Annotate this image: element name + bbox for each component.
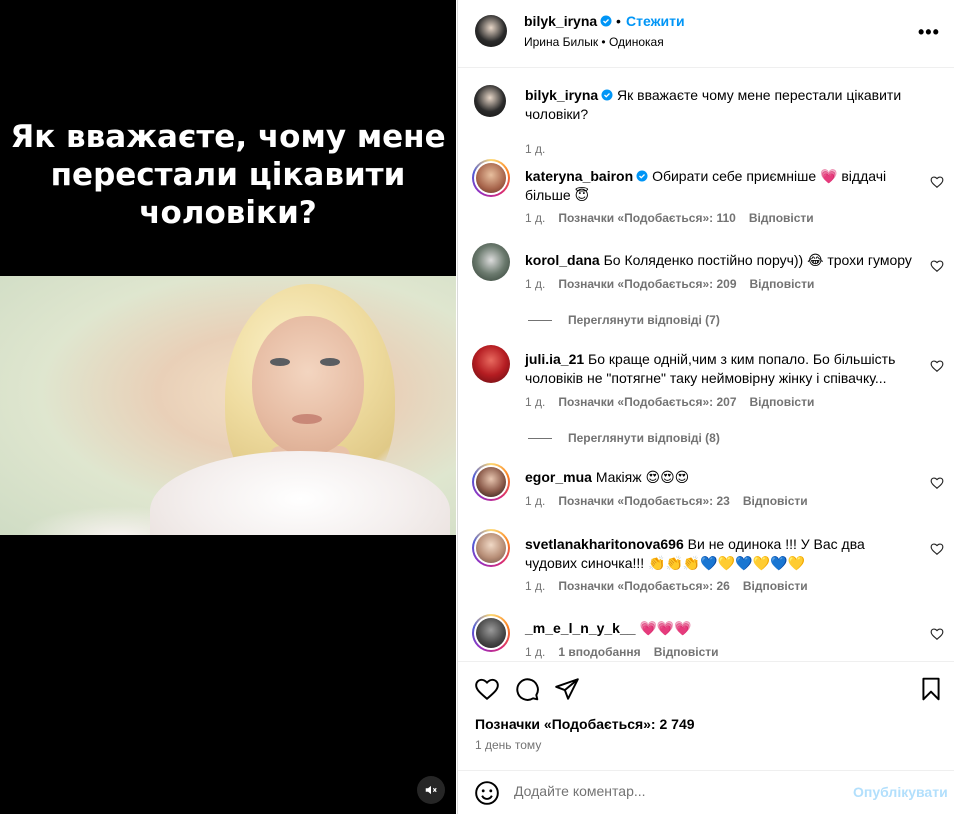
avatar[interactable] <box>472 529 510 567</box>
comment-username[interactable]: _m_e_l_n_y_k__ <box>525 620 636 636</box>
media-caption-line: чоловіки? <box>139 195 317 231</box>
heart-icon[interactable] <box>930 627 944 641</box>
comment-time: 1 д. <box>525 645 546 659</box>
post-actions: Позначки «Подобається»: 2 749 1 день том… <box>458 661 954 771</box>
follow-button[interactable]: Стежити <box>626 13 685 29</box>
comment-time: 1 д. <box>525 395 546 409</box>
mute-icon <box>425 785 437 795</box>
comment-time: 1 д. <box>525 579 546 593</box>
media-caption-line: Як вважаєте, чому мене <box>10 119 446 155</box>
author-avatar[interactable] <box>475 15 507 47</box>
media-photo <box>0 276 456 535</box>
avatar[interactable] <box>472 345 510 383</box>
share-icon[interactable] <box>554 676 580 702</box>
avatar[interactable] <box>472 463 510 501</box>
verified-icon <box>636 170 648 182</box>
post-header: bilyk_iryna • Стежити Ирина Билык • Один… <box>458 0 954 68</box>
comment-likes[interactable]: Позначки «Подобається»: 207 <box>558 395 736 409</box>
post-media[interactable]: Як вважаєте, чому мене перестали цікавит… <box>0 0 456 814</box>
comment-time: 1 д. <box>525 277 546 291</box>
comment-text: Бо Коляденко постійно поруч)) 😂 трохи гу… <box>603 252 912 268</box>
comment-username[interactable]: svetlanakharitonova696 <box>525 536 684 552</box>
heart-icon[interactable] <box>930 259 944 273</box>
comment-time: 1 д. <box>525 494 546 508</box>
comment-input[interactable] <box>514 783 834 799</box>
heart-icon[interactable] <box>930 359 944 373</box>
verified-icon <box>600 15 612 27</box>
comments-list[interactable]: bilyk_iryna Як вважаєте чому мене перест… <box>458 69 954 661</box>
comment-username[interactable]: juli.ia_21 <box>525 351 584 367</box>
author-subtitle: Ирина Билык • Одинокая <box>524 35 664 49</box>
view-replies-button[interactable]: Переглянути відповіді (8) <box>528 431 720 445</box>
heart-icon[interactable] <box>930 542 944 556</box>
separator: • <box>616 13 621 29</box>
comment-text: Макіяж 😍😍😍 <box>595 469 690 485</box>
comment-likes[interactable]: Позначки «Подобається»: 26 <box>558 579 729 593</box>
comment-username[interactable]: kateryna_bairon <box>525 168 633 184</box>
post-time[interactable]: 1 день тому <box>475 738 541 752</box>
heart-icon[interactable] <box>930 175 944 189</box>
avatar[interactable] <box>472 614 510 652</box>
comment-username[interactable]: egor_mua <box>525 469 592 485</box>
post-panel: bilyk_iryna • Стежити Ирина Билык • Один… <box>457 0 954 814</box>
post-likes-count[interactable]: Позначки «Подобається»: 2 749 <box>475 716 695 732</box>
caption-username[interactable]: bilyk_iryna <box>525 87 598 103</box>
comment-username[interactable]: korol_dana <box>525 252 600 268</box>
reply-button[interactable]: Відповісти <box>749 211 814 225</box>
add-comment-bar: Опублікувати <box>458 770 954 814</box>
reply-button[interactable]: Відповісти <box>750 395 815 409</box>
comment-likes[interactable]: Позначки «Подобається»: 110 <box>558 211 736 225</box>
avatar[interactable] <box>472 83 510 121</box>
media-caption-line: перестали цікавити <box>50 157 406 193</box>
reply-button[interactable]: Відповісти <box>750 277 815 291</box>
comment-likes[interactable]: 1 вподобання <box>558 645 640 659</box>
comment-likes[interactable]: Позначки «Подобається»: 23 <box>558 494 729 508</box>
post-comment-button[interactable]: Опублікувати <box>853 784 948 800</box>
heart-icon[interactable] <box>930 476 944 490</box>
avatar[interactable] <box>472 243 510 281</box>
reply-button[interactable]: Відповісти <box>743 494 808 508</box>
reply-button[interactable]: Відповісти <box>654 645 719 659</box>
reply-button[interactable]: Відповісти <box>743 579 808 593</box>
view-replies-button[interactable]: Переглянути відповіді (7) <box>528 313 720 327</box>
comment-likes[interactable]: Позначки «Подобається»: 209 <box>558 277 736 291</box>
bookmark-icon[interactable] <box>918 676 944 702</box>
comment-text: 💗💗💗 <box>639 620 692 636</box>
verified-icon <box>601 89 613 101</box>
author-username[interactable]: bilyk_iryna <box>524 13 597 29</box>
comment-time: 1 д. <box>525 211 546 225</box>
emoji-icon[interactable] <box>474 780 500 806</box>
media-caption: Як вважаєте, чому мене перестали цікавит… <box>0 118 456 232</box>
more-icon[interactable]: ••• <box>918 22 940 43</box>
comment-icon[interactable] <box>514 676 540 702</box>
mute-button[interactable] <box>417 776 445 804</box>
avatar[interactable] <box>472 159 510 197</box>
heart-icon[interactable] <box>474 676 500 702</box>
author-username-row: bilyk_iryna <box>524 13 612 29</box>
caption-time: 1 д. <box>525 142 546 156</box>
